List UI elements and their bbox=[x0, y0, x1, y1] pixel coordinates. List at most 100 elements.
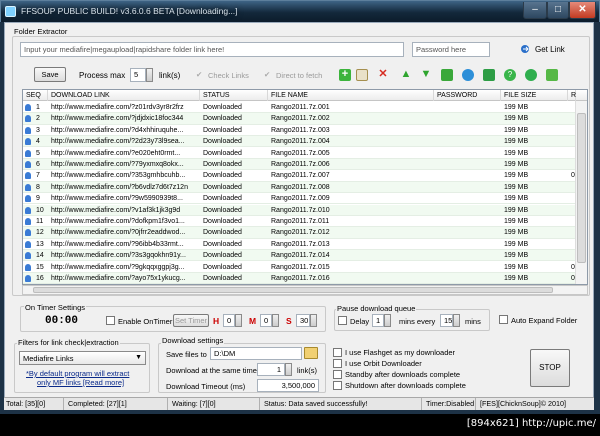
row-link: http://www.mediafire.com/?dofkpm1f3vo1..… bbox=[51, 218, 185, 225]
delete-icon[interactable]: ✕ bbox=[377, 69, 389, 81]
table-row[interactable]: 8 http://www.mediafire.com/?b6vdlz7d6t7z1… bbox=[23, 181, 575, 194]
table-row[interactable]: 15 http://www.mediafire.com/?9gkqqxggpj3g… bbox=[23, 261, 575, 273]
row-password bbox=[434, 273, 501, 284]
table-row[interactable]: 4 http://www.mediafire.com/?2d23y73l9sea.… bbox=[23, 136, 575, 148]
row-filesize: 199 MB bbox=[504, 104, 529, 111]
table-row[interactable]: 9 http://www.mediafire.com/?9w5990939t8..… bbox=[23, 193, 575, 205]
flashget-checkbox[interactable] bbox=[333, 348, 342, 357]
stop-button[interactable]: STOP bbox=[530, 349, 570, 387]
direct-fetch-button[interactable]: Direct to fetch bbox=[276, 71, 322, 80]
table-row[interactable]: 7 http://www.mediafire.com/?353gmhbcuhb..… bbox=[23, 170, 575, 182]
delay-input[interactable]: 1 bbox=[372, 314, 384, 327]
row-seq: 9 bbox=[36, 195, 40, 203]
close-button[interactable]: ✕ bbox=[569, 2, 596, 19]
row-seq: 4 bbox=[36, 138, 40, 146]
row-r: 0 bbox=[571, 172, 575, 180]
globe-icon[interactable] bbox=[462, 69, 474, 81]
col-file-size[interactable]: FILE SIZE bbox=[501, 90, 568, 101]
timeout-input[interactable]: 3,500,000 bbox=[257, 379, 319, 392]
save-path-input[interactable]: D:\DM bbox=[210, 347, 302, 360]
row-status: Downloaded bbox=[203, 115, 242, 123]
check-links-button[interactable]: Check Links bbox=[208, 71, 249, 80]
title-bar[interactable]: FFSOUP PUBLIC BUILD! v3.6.0.6 BETA [Down… bbox=[0, 0, 600, 22]
get-link-button[interactable]: Get Link bbox=[535, 45, 565, 54]
row-filename: Rango2011.7z.016 bbox=[271, 275, 330, 282]
row-password bbox=[434, 262, 501, 273]
folder-link-input[interactable]: Input your mediafire|megaupload|rapidsha… bbox=[20, 42, 404, 57]
power-icon[interactable] bbox=[525, 69, 537, 81]
process-max-input[interactable]: 5 bbox=[130, 68, 146, 82]
folder-icon[interactable] bbox=[304, 347, 318, 359]
paste-icon[interactable] bbox=[356, 69, 368, 81]
table-row[interactable]: 14 http://www.mediafire.com/?3s3gqokhn91y… bbox=[23, 250, 575, 262]
horizontal-scrollbar[interactable] bbox=[22, 285, 588, 295]
seconds-input[interactable]: 30 bbox=[296, 314, 310, 327]
row-link: http://www.mediafire.com/?2d23y73l9sea..… bbox=[51, 138, 185, 146]
col-download-link[interactable]: DOWNLOAD LINK bbox=[48, 90, 200, 101]
row-seq: 13 bbox=[36, 240, 44, 248]
table-row[interactable]: 10 http://www.mediafire.com/?v1af3k1jk3g9… bbox=[23, 204, 575, 216]
move-down-icon[interactable]: ▼ bbox=[420, 69, 432, 81]
add-icon[interactable]: + bbox=[339, 69, 351, 81]
mediafire-icon bbox=[25, 275, 31, 282]
col-password[interactable]: PASSWORD bbox=[434, 90, 501, 101]
row-seq: 7 bbox=[36, 172, 40, 180]
hours-input[interactable]: 0 bbox=[223, 314, 235, 327]
same-time-spinner[interactable] bbox=[285, 363, 292, 376]
table-row[interactable]: 1 http://www.mediafire.com/?z01rdv3yr8r2f… bbox=[23, 102, 575, 114]
table-row[interactable]: 6 http://www.mediafire.com/?79yxmxq8okx..… bbox=[23, 159, 575, 171]
vertical-scrollbar[interactable] bbox=[575, 101, 587, 284]
table-row[interactable]: 12 http://www.mediafire.com/?0jfrr2eaddwo… bbox=[23, 227, 575, 239]
row-r bbox=[568, 113, 575, 124]
help-icon[interactable]: ? bbox=[504, 69, 516, 81]
move-up-icon[interactable]: ▲ bbox=[400, 69, 412, 81]
row-filesize: 199 MB bbox=[504, 195, 529, 203]
filter-note-line1[interactable]: *By default program will extract bbox=[26, 369, 129, 378]
table-row[interactable]: 5 http://www.mediafire.com/?e020eht0rmt..… bbox=[23, 147, 575, 159]
row-r bbox=[568, 136, 575, 147]
auto-expand-checkbox[interactable] bbox=[499, 315, 508, 324]
minutes-input[interactable]: 0 bbox=[260, 314, 272, 327]
table-row[interactable]: 11 http://www.mediafire.com/?dofkpm1f3vo1… bbox=[23, 216, 575, 228]
hscroll-thumb[interactable] bbox=[33, 287, 553, 293]
set-timer-button[interactable]: Set Timer bbox=[173, 314, 209, 327]
row-seq: 11 bbox=[36, 218, 44, 225]
refresh-icon[interactable] bbox=[441, 69, 453, 81]
table-row[interactable]: 16 http://www.mediafire.com/?ayo75x1ykucg… bbox=[23, 273, 575, 284]
save-button[interactable]: Save bbox=[34, 67, 66, 82]
table-header: SEQ DOWNLOAD LINK STATUS FILE NAME PASSW… bbox=[23, 90, 587, 101]
table-row[interactable]: 2 http://www.mediafire.com/?jdjdxic18foc3… bbox=[23, 113, 575, 125]
col-r[interactable]: R bbox=[568, 90, 576, 101]
shutdown-checkbox[interactable] bbox=[333, 381, 342, 390]
enable-ontimer-checkbox[interactable] bbox=[106, 316, 115, 325]
delay-spinner[interactable] bbox=[384, 314, 391, 327]
info-icon[interactable] bbox=[546, 69, 558, 81]
maximize-button[interactable]: □ bbox=[547, 2, 569, 19]
scroll-thumb[interactable] bbox=[577, 113, 586, 263]
row-status: Downloaded bbox=[203, 275, 242, 282]
row-seq: 16 bbox=[36, 275, 44, 282]
every-input[interactable]: 15 bbox=[440, 314, 453, 327]
password-input[interactable]: Password here bbox=[412, 42, 490, 57]
delay-checkbox[interactable] bbox=[338, 316, 347, 325]
col-file-name[interactable]: FILE NAME bbox=[268, 90, 434, 101]
standby-checkbox[interactable] bbox=[333, 370, 342, 379]
filter-dropdown[interactable]: Mediafire Links ▼ bbox=[19, 351, 146, 365]
hours-spinner[interactable] bbox=[235, 314, 242, 327]
row-filename: Rango2011.7z.001 bbox=[271, 104, 330, 111]
same-time-input[interactable]: 1 bbox=[257, 363, 285, 376]
col-status[interactable]: STATUS bbox=[200, 90, 268, 101]
col-seq[interactable]: SEQ bbox=[23, 90, 48, 101]
orbit-checkbox[interactable] bbox=[333, 359, 342, 368]
filter-note-link[interactable]: only MF links [Read more] bbox=[37, 378, 124, 387]
table-row[interactable]: 13 http://www.mediafire.com/?96ibb4b33rmt… bbox=[23, 238, 575, 251]
minutes-spinner[interactable] bbox=[272, 314, 279, 327]
mediafire-icon bbox=[25, 183, 31, 191]
process-max-spinner[interactable] bbox=[146, 68, 153, 82]
table-row[interactable]: 3 http://www.mediafire.com/?d4xhhiruquhe.… bbox=[23, 124, 575, 137]
seconds-spinner[interactable] bbox=[310, 314, 317, 327]
minimize-button[interactable]: – bbox=[523, 2, 547, 19]
settings-icon[interactable] bbox=[483, 69, 495, 81]
every-spinner[interactable] bbox=[453, 314, 460, 327]
download-table[interactable]: SEQ DOWNLOAD LINK STATUS FILE NAME PASSW… bbox=[22, 89, 588, 285]
